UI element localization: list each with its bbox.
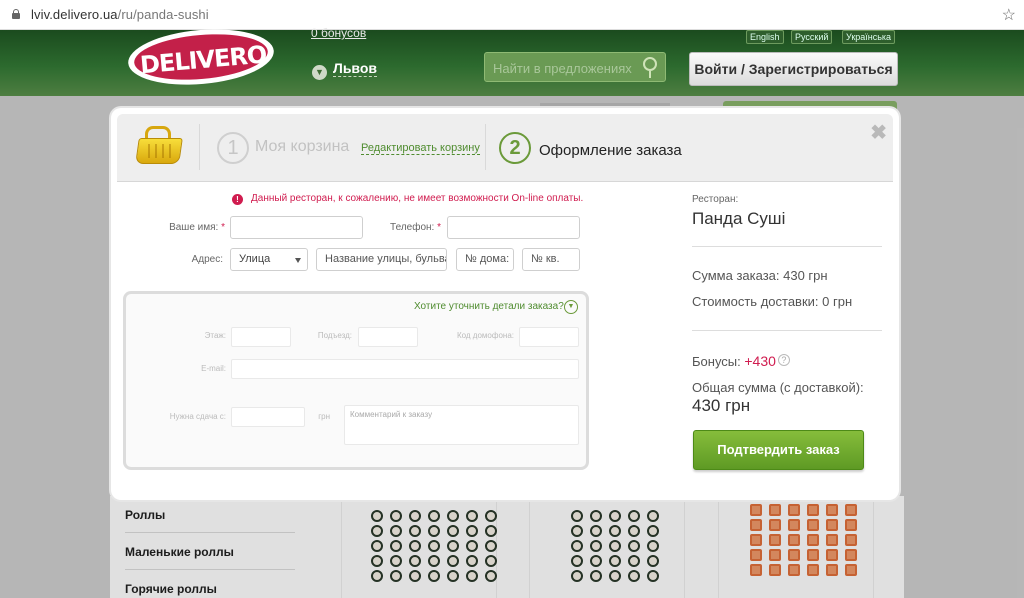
entrance-field[interactable]: [358, 327, 418, 347]
delivero-logo[interactable]: DELIVERO: [125, 23, 277, 91]
phone-label: Телефон: *: [390, 222, 441, 233]
divider: [692, 246, 882, 247]
chevron-down-icon[interactable]: ▼: [564, 300, 578, 314]
address-label: Адрес:: [191, 254, 223, 265]
divider: [692, 330, 882, 331]
entrance-label: Подъезд:: [317, 331, 352, 340]
help-icon[interactable]: ?: [777, 354, 790, 366]
name-label: Ваше имя: *: [169, 222, 225, 233]
total-label: Общая сумма (с доставкой):: [692, 380, 864, 395]
intercom-label: Код домофона:: [456, 331, 514, 340]
order-details-section: Хотите уточнить детали заказа? ▼ Этаж: П…: [123, 291, 589, 470]
login-register-button[interactable]: Войти / Зарегистрироваться: [689, 52, 898, 86]
search-placeholder: Найти в предложениях: [493, 61, 632, 76]
step-1-number: 1: [217, 132, 249, 164]
url-text[interactable]: lviv.delivero.ua/ru/panda-sushi: [31, 7, 209, 22]
lang-russian[interactable]: Русский: [791, 30, 833, 44]
browser-address-bar[interactable]: lviv.delivero.ua/ru/panda-sushi ☆: [0, 0, 1024, 30]
order-sum: Сумма заказа: 430 грн: [692, 268, 828, 283]
lang-english[interactable]: English: [746, 30, 784, 44]
email-field[interactable]: [231, 359, 579, 379]
confirm-order-button[interactable]: Подтвердить заказ: [693, 430, 864, 470]
floor-field[interactable]: [231, 327, 291, 347]
bonuses-link[interactable]: 0 бонусов: [311, 26, 366, 40]
phone-field[interactable]: [447, 216, 580, 239]
divider: [485, 124, 486, 170]
address-type-value: Улица: [239, 253, 271, 265]
floor-label: Этаж:: [204, 331, 226, 340]
divider: [199, 124, 200, 170]
url-path: /ru/panda-sushi: [117, 7, 209, 22]
step-2-label: Оформление заказа: [539, 142, 682, 159]
total-value: 430 грн: [692, 396, 751, 415]
delivery-cost: Стоимость доставки: 0 грн: [692, 294, 853, 309]
name-field[interactable]: [230, 216, 363, 239]
intercom-field[interactable]: [519, 327, 579, 347]
email-label: E-mail:: [201, 364, 226, 373]
bonuses-value: +430: [744, 353, 776, 369]
alert-icon: !: [232, 194, 243, 205]
lang-ukrainian[interactable]: Українська: [842, 30, 896, 44]
restaurant-name: Панда Суші: [692, 209, 786, 228]
checkout-modal: 1 Моя корзина Редактировать корзину 2 Оф…: [111, 108, 899, 500]
change-label: Нужна сдача с:: [169, 412, 226, 421]
step-1-label[interactable]: Моя корзина: [255, 138, 349, 156]
warning-text: Данный ресторан, к сожалению, не имеет в…: [251, 193, 584, 204]
payment-warning: ! Данный ресторан, к сожалению, не имеет …: [232, 193, 583, 205]
basket-icon: [133, 124, 185, 170]
chevron-down-icon: ▼: [312, 65, 327, 80]
street-field[interactable]: Название улицы, бульвара: [316, 248, 447, 271]
city-selector[interactable]: ▼ Львов: [312, 60, 378, 80]
search-input[interactable]: Найти в предложениях: [484, 52, 666, 82]
change-amount-field[interactable]: [231, 407, 305, 427]
search-icon[interactable]: [643, 57, 657, 78]
url-host: lviv.delivero.ua: [31, 7, 118, 22]
edit-cart-link[interactable]: Редактировать корзину: [361, 142, 480, 155]
close-icon[interactable]: ✖: [870, 120, 887, 145]
bonuses-row: Бонусы: +430?: [692, 353, 790, 369]
currency-label: грн: [318, 412, 330, 421]
modal-header: 1 Моя корзина Редактировать корзину 2 Оф…: [117, 114, 893, 182]
chevron-down-icon: [295, 258, 301, 263]
comment-field[interactable]: Комментарий к заказу: [344, 405, 579, 445]
restaurant-label: Ресторан:: [692, 194, 739, 205]
apartment-field[interactable]: № кв.: [522, 248, 580, 271]
address-type-select[interactable]: Улица: [230, 248, 308, 271]
step-2-number: 2: [499, 132, 531, 164]
house-number-field[interactable]: № дома:: [456, 248, 514, 271]
lock-icon: [12, 9, 20, 19]
city-name: Львов: [333, 60, 378, 77]
bookmark-star-icon[interactable]: ☆: [1002, 5, 1016, 25]
order-details-link[interactable]: Хотите уточнить детали заказа?: [414, 301, 564, 312]
